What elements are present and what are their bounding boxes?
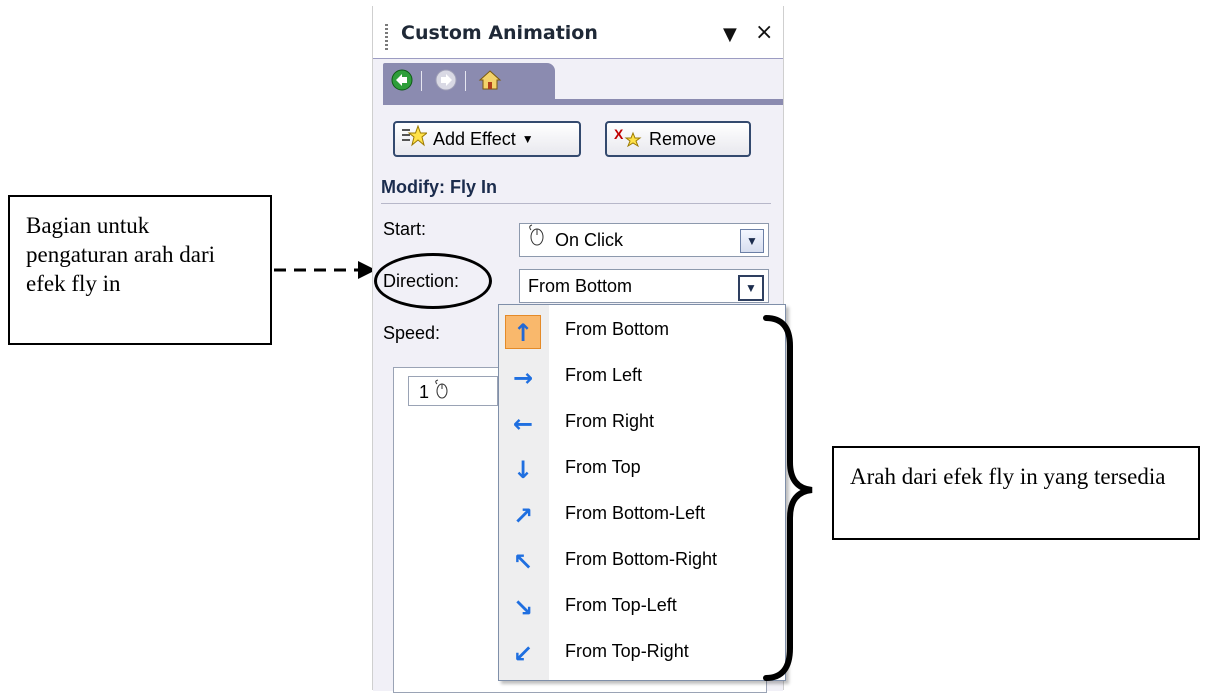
direction-dropdown-menu: ↑ From Bottom → From Left ← From Right ↓… [498, 304, 786, 681]
mouse-click-icon [434, 378, 454, 408]
home-icon[interactable] [477, 69, 503, 93]
speed-label: Speed: [383, 323, 441, 343]
forward-arrow-icon[interactable] [433, 69, 459, 93]
menu-item-label: From Bottom [565, 319, 670, 339]
chevron-down-icon[interactable]: ▼ [740, 229, 764, 253]
modify-section-heading: Modify: Fly In [381, 177, 771, 204]
menu-item-from-bottom-left[interactable]: ↗ From Bottom-Left [499, 493, 785, 537]
nav-strip [383, 99, 783, 105]
start-value: On Click [555, 230, 624, 250]
menu-item-label: From Top [565, 457, 641, 477]
nav-separator [465, 71, 466, 91]
chevron-down-icon: ▼ [521, 132, 534, 146]
menu-item-from-left[interactable]: → From Left [499, 355, 785, 399]
close-icon[interactable]: × [755, 20, 773, 45]
arrow-up-icon: ↑ [505, 315, 541, 349]
arrow-left-icon: ← [512, 410, 534, 438]
chevron-down-icon[interactable]: ▼ [738, 275, 764, 301]
svg-text:X: X [614, 126, 624, 142]
menu-item-label: From Top-Right [565, 641, 689, 661]
arrow-up-right-icon: ↗ [512, 502, 534, 530]
remove-button[interactable]: X Remove [605, 121, 751, 157]
remove-effect-icon: X [613, 125, 643, 153]
pane-title: Custom Animation [401, 22, 598, 44]
mouse-click-icon [528, 224, 550, 256]
star-effect-icon [401, 124, 429, 153]
menu-item-from-right[interactable]: ← From Right [499, 401, 785, 445]
pane-title-bar: Custom Animation ▼ × [373, 6, 783, 58]
arrow-down-left-icon: ↙ [512, 640, 534, 668]
nav-separator [421, 71, 422, 91]
callout-direction-setting: Bagian untuk pengaturan arah dari efek f… [8, 195, 272, 345]
direction-highlight-ellipse [374, 253, 492, 309]
menu-item-from-bottom-right[interactable]: ↖ From Bottom-Right [499, 539, 785, 583]
list-item-order: 1 [419, 382, 430, 402]
arrow-down-right-icon: ↘ [512, 594, 534, 622]
grip-handle[interactable] [385, 24, 388, 50]
direction-value: From Bottom [528, 276, 633, 296]
menu-item-label: From Left [565, 365, 643, 385]
start-label: Start: [383, 219, 427, 239]
remove-label: Remove [649, 128, 717, 149]
pane-navigation [383, 63, 555, 99]
list-item[interactable]: 1 [408, 376, 498, 406]
menu-item-from-top[interactable]: ↓ From Top [499, 447, 785, 491]
start-select[interactable]: On Click ▼ [519, 223, 769, 257]
dashed-arrow [274, 261, 376, 279]
menu-item-label: From Bottom-Left [565, 503, 706, 523]
menu-item-from-bottom[interactable]: ↑ From Bottom [499, 309, 785, 353]
menu-item-label: From Bottom-Right [565, 549, 718, 569]
back-arrow-icon[interactable] [389, 69, 415, 93]
pane-menu-dropdown-icon[interactable]: ▼ [723, 24, 737, 45]
menu-item-from-top-left[interactable]: ↘ From Top-Left [499, 585, 785, 629]
arrow-down-icon: ↓ [512, 456, 534, 484]
arrow-right-icon: → [512, 364, 534, 392]
callout-available-directions-text: Arah dari efek fly in yang tersedia [850, 464, 1166, 489]
arrow-up-left-icon: ↖ [512, 548, 534, 576]
curly-brace [763, 315, 813, 681]
add-effect-label: Add Effect [433, 128, 516, 149]
add-effect-button[interactable]: Add Effect ▼ [393, 121, 581, 157]
menu-item-label: From Right [565, 411, 655, 431]
callout-available-directions: Arah dari efek fly in yang tersedia [832, 446, 1200, 540]
callout-direction-setting-text: Bagian untuk pengaturan arah dari efek f… [26, 213, 216, 296]
menu-item-from-top-right[interactable]: ↙ From Top-Right [499, 631, 785, 675]
menu-item-label: From Top-Left [565, 595, 677, 615]
direction-select[interactable]: From Bottom ▼ [519, 269, 769, 303]
